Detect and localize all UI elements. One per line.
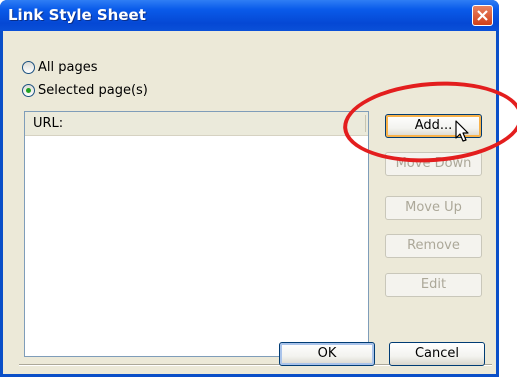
selected-pages-option[interactable]: Selected page(s) (22, 83, 148, 98)
all-pages-radio[interactable] (22, 61, 35, 74)
close-icon (477, 10, 488, 21)
url-column-header[interactable]: URL: (33, 116, 63, 131)
cancel-button[interactable]: Cancel (389, 342, 485, 366)
title-bar[interactable]: Link Style Sheet (0, 0, 499, 31)
ok-button[interactable]: OK (279, 342, 375, 366)
url-list[interactable]: URL: (24, 111, 369, 357)
selected-pages-label: Selected page(s) (38, 83, 148, 98)
all-pages-option[interactable]: All pages (22, 60, 98, 75)
mouse-pointer-icon (455, 120, 469, 142)
selected-pages-radio[interactable] (22, 84, 35, 97)
remove-button[interactable]: Remove (385, 234, 482, 258)
close-button[interactable] (472, 5, 493, 26)
dialog-title: Link Style Sheet (8, 6, 146, 24)
radio-selected-dot (26, 88, 31, 93)
all-pages-label: All pages (38, 60, 98, 75)
edit-button[interactable]: Edit (385, 273, 482, 297)
list-header: URL: (25, 112, 368, 136)
link-style-sheet-dialog: Link Style Sheet All pages Selected page… (0, 0, 499, 377)
move-up-button[interactable]: Move Up (385, 196, 482, 220)
